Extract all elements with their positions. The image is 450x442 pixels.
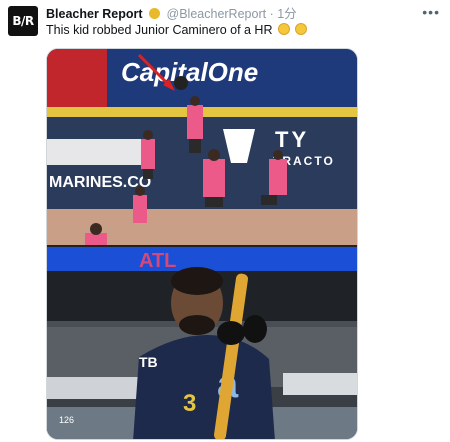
- jersey-number: 3: [183, 390, 196, 417]
- media-grid: CapitalOne TY TRACTO MARINES.CO ATL TB 3…: [46, 48, 358, 440]
- view-counter: 126: [59, 415, 74, 425]
- grimacing-emoji-icon: [277, 23, 290, 35]
- kid-jumping: [187, 105, 203, 139]
- account-name[interactable]: Bleacher Report: [46, 7, 143, 21]
- jersey-logo: TB: [139, 354, 158, 370]
- glove-icon: [174, 76, 188, 90]
- ellipsis-icon[interactable]: •••: [422, 4, 440, 20]
- photo-catch[interactable]: CapitalOne TY TRACTO MARINES.CO: [47, 49, 358, 245]
- tweet-text: This kid robbed Junior Caminero of a HR: [46, 23, 308, 37]
- tweet-header: Bleacher Report @BleacherReport · 1分: [46, 6, 297, 22]
- separator: ·: [269, 7, 274, 21]
- photo-batter[interactable]: ATL TB 3 a 126: [47, 247, 358, 440]
- tweet-body: This kid robbed Junior Caminero of a HR: [46, 23, 273, 37]
- sweat-smile-emoji-icon: [295, 23, 308, 35]
- batting-gloves: [217, 321, 245, 345]
- tweet: B/R Bleacher Report @BleacherReport · 1分…: [0, 0, 450, 442]
- avatar[interactable]: B/R: [8, 6, 38, 36]
- wall-brand: TY: [275, 127, 309, 152]
- scoreboard-text: ATL: [139, 250, 176, 272]
- timestamp[interactable]: 1分: [277, 7, 296, 21]
- sign-main: CapitalOne: [121, 57, 258, 87]
- verified-badge-icon: [149, 8, 161, 19]
- jersey: [133, 335, 275, 439]
- account-handle[interactable]: @BleacherReport: [167, 7, 267, 21]
